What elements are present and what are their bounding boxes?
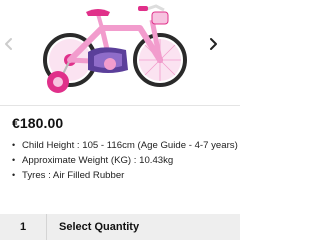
bullet-icon: • — [12, 140, 16, 150]
next-image-button[interactable] — [206, 36, 220, 52]
spec-text: Approximate Weight (KG) : 10.43kg — [22, 155, 174, 166]
quantity-selector[interactable]: 1 Select Quantity — [0, 214, 240, 240]
spec-item: • Tyres : Air Filled Rubber — [12, 168, 238, 183]
section-divider — [0, 105, 240, 106]
chevron-left-icon — [5, 38, 12, 50]
quantity-value[interactable]: 1 — [0, 221, 46, 233]
chevron-right-icon — [210, 38, 217, 50]
spec-text: Child Height : 105 - 116cm (Age Guide - … — [22, 140, 238, 151]
spec-text: Tyres : Air Filled Rubber — [22, 170, 125, 181]
spec-item: • Child Height : 105 - 116cm (Age Guide … — [12, 138, 238, 153]
previous-image-button[interactable] — [2, 36, 16, 52]
spec-item: • Approximate Weight (KG) : 10.43kg — [12, 153, 238, 168]
select-quantity-label[interactable]: Select Quantity — [47, 221, 139, 233]
product-image-gallery — [0, 0, 240, 100]
product-price: €180.00 — [12, 115, 64, 131]
product-spec-list: • Child Height : 105 - 116cm (Age Guide … — [12, 138, 238, 183]
bullet-icon: • — [12, 170, 16, 180]
bicycle-image — [43, 4, 187, 93]
bullet-icon: • — [12, 155, 16, 165]
